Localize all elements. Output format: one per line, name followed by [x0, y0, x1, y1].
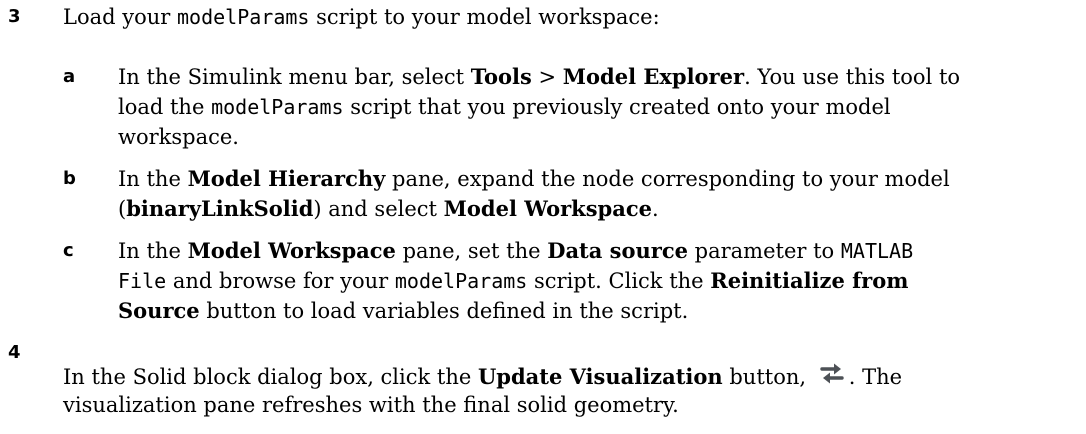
step-3-intro: Load your modelParams script to your mod… [63, 5, 660, 29]
substep-a-letter: a [63, 66, 76, 87]
substep-a-line1: In the Simulink menu bar, select Tools >… [118, 64, 961, 89]
step-3-number: 3 [8, 6, 21, 27]
substep-c-line2: File and browse for your modelParams scr… [118, 268, 909, 293]
substep-a-line2: load the modelParams script that you pre… [118, 95, 891, 119]
code-modelParams: modelParams [176, 5, 310, 29]
substep-b-letter: b [63, 168, 76, 189]
step-4-number: 4 [8, 342, 21, 363]
substep-c-line3: Source button to load variables defined … [118, 298, 689, 323]
update-visualization-icon [819, 360, 845, 386]
substep-b-line2: (binaryLinkSolid) and select Model Works… [118, 196, 659, 221]
step-4-line2: visualization pane refreshes with the fi… [63, 393, 679, 417]
substep-b-line1: In the Model Hierarchy pane, expand the … [118, 166, 950, 191]
step-4-line1: In the Solid block dialog box, click the… [63, 360, 902, 392]
substep-c-line1: In the Model Workspace pane, set the Dat… [118, 238, 914, 263]
substep-a-line3: workspace. [118, 125, 239, 149]
substep-c-letter: c [63, 240, 74, 261]
